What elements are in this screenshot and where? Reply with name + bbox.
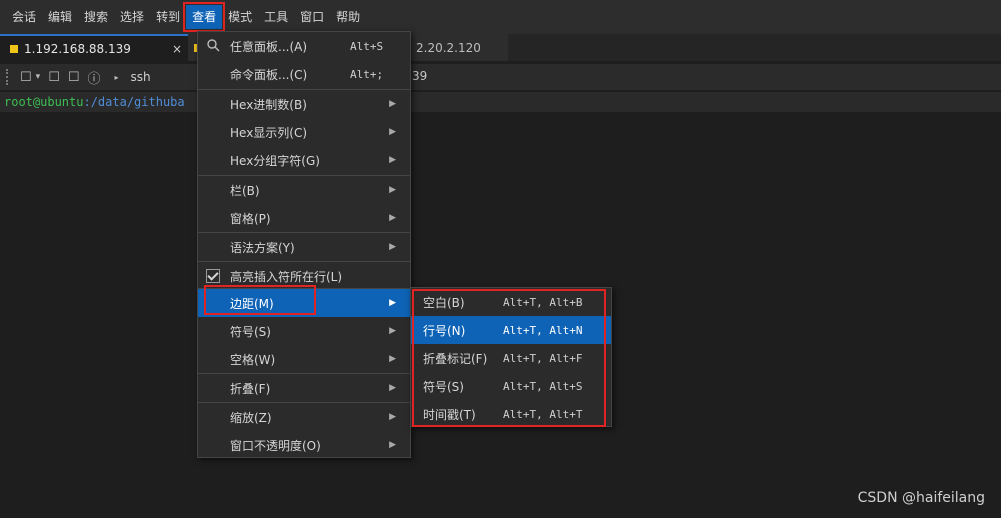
chevron-right-icon: ▶ [389,383,396,393]
protocol-label: ssh [130,70,151,84]
menu-item-label: 语法方案(Y) [230,240,295,255]
menu-item-shortcut: Alt+T, Alt+S [503,379,583,393]
checkbox-checked-icon[interactable] [206,269,220,283]
chevron-right-icon: ▶ [389,326,396,336]
chevron-right-icon: ▶ [389,185,396,195]
chevron-right-icon: ▶ [389,298,396,308]
menu-item-zoom[interactable]: 缩放(Z) ▶ [198,403,410,431]
menu-item-label: 时间戳(T) [423,407,476,422]
menu-item-label: 命令面板...(C) [230,67,308,82]
menu-edit[interactable]: 编辑 [42,5,78,29]
play-icon[interactable]: ▸ [115,73,119,82]
submenu-item-symbols[interactable]: 符号(S) Alt+T, Alt+S [411,372,611,400]
menu-tools[interactable]: 工具 [258,5,294,29]
menu-item-label: Hex分组字符(G) [230,153,320,168]
menu-item-any-panel[interactable]: 任意面板...(A) Alt+S [198,32,410,60]
menu-item-label: Hex显示列(C) [230,125,308,140]
menu-item-symbols[interactable]: 符号(S) ▶ [198,317,410,345]
view-menu-dropdown: 任意面板...(A) Alt+S 命令面板...(C) Alt+; Hex进制数… [197,31,411,458]
tab-bar: 1.192.168.88.139 × 2.20.2.120 [0,34,1001,61]
menu-item-margin[interactable]: 边距(M) ▶ [198,289,410,317]
menu-item-label: 栏(B) [230,183,260,198]
menu-item-command-panel[interactable]: 命令面板...(C) Alt+; [198,60,410,88]
prompt-path: :/data/githuba [83,95,185,109]
menu-item-label: 高亮插入符所在行(L) [230,269,343,284]
menu-item-label: 符号(S) [230,324,271,339]
chevron-right-icon: ▶ [389,99,396,109]
menu-session[interactable]: 会话 [6,5,42,29]
close-icon[interactable]: × [166,42,188,56]
menu-item-shortcut: Alt+S [350,39,384,53]
menu-item-fold[interactable]: 折叠(F) ▶ [198,374,410,402]
menu-item-label: 行号(N) [423,323,466,338]
chevron-right-icon: ▶ [389,242,396,252]
info-icon[interactable]: ⓘ [88,68,101,87]
watermark: CSDN @haifeilang [857,490,985,506]
menu-item-label: 空格(W) [230,352,276,367]
status-dot-icon [10,44,18,53]
submenu-item-blank[interactable]: 空白(B) Alt+T, Alt+B [411,288,611,316]
menu-item-label: 折叠(F) [230,381,271,396]
menu-item-highlight-caret-line[interactable]: 高亮插入符所在行(L) [198,262,410,290]
menu-item-label: 边距(M) [230,296,274,311]
menu-mode[interactable]: 模式 [222,5,258,29]
menu-item-hex-base[interactable]: Hex进制数(B) ▶ [198,90,410,118]
chevron-right-icon: ▶ [389,213,396,223]
menu-help[interactable]: 帮助 [330,5,366,29]
menu-item-label: 缩放(Z) [230,410,272,425]
menu-item-label: 窗口不透明度(O) [230,438,321,453]
menu-item-label: Hex进制数(B) [230,97,307,112]
toolbar: ☐ ▾ ☐ ☐ ⓘ ▸ ssh 39 [0,64,1001,90]
menu-bar: 会话 编辑 搜索 选择 转到 查看 模式 工具 窗口 帮助 [0,0,1001,34]
chevron-right-icon: ▶ [389,354,396,364]
menu-item-label: 符号(S) [423,379,464,394]
chevron-right-icon: ▶ [389,412,396,422]
menu-item-label: 任意面板...(A) [230,39,308,54]
menu-goto[interactable]: 转到 [150,5,186,29]
tab-title: 2.20.2.120 [416,40,481,55]
menu-item-shortcut: Alt+; [350,67,384,81]
chevron-down-icon[interactable]: ▾ [36,72,41,82]
menu-item-bars[interactable]: 栏(B) ▶ [198,176,410,204]
new-window-icon[interactable]: ☐ [48,70,60,85]
menu-item-hex-group[interactable]: Hex分组字符(G) ▶ [198,146,410,174]
chevron-right-icon: ▶ [389,440,396,450]
menu-item-shortcut: Alt+T, Alt+F [503,351,583,365]
menu-search[interactable]: 搜索 [78,5,114,29]
menu-item-label: 窗格(P) [230,211,271,226]
menu-item-panes[interactable]: 窗格(P) ▶ [198,204,410,232]
menu-view[interactable]: 查看 [183,2,226,32]
menu-item-shortcut: Alt+T, Alt+T [503,407,583,421]
grip-handle-icon[interactable] [6,69,12,85]
host-address-tail: 39 [412,69,428,83]
chevron-right-icon: ▶ [389,127,396,137]
menu-select[interactable]: 选择 [114,5,150,29]
menu-item-label: 空白(B) [423,295,465,310]
menu-item-label: 折叠标记(F) [423,351,488,366]
menu-item-hex-columns[interactable]: Hex显示列(C) ▶ [198,118,410,146]
submenu-item-line-numbers[interactable]: 行号(N) Alt+T, Alt+N [411,316,611,344]
submenu-item-fold-marks[interactable]: 折叠标记(F) Alt+T, Alt+F [411,344,611,372]
new-tab-icon[interactable]: ☐ [20,70,32,85]
terminal-current-line: root@ubuntu:/data/githuba [0,92,1001,112]
menu-item-shortcut: Alt+T, Alt+B [503,295,583,309]
search-icon [207,39,220,52]
margin-submenu: 空白(B) Alt+T, Alt+B 行号(N) Alt+T, Alt+N 折叠… [410,287,612,427]
chevron-right-icon: ▶ [389,155,396,165]
menu-item-whitespace[interactable]: 空格(W) ▶ [198,345,410,373]
duplicate-icon[interactable]: ☐ [68,70,80,85]
tab-title: 1.192.168.88.139 [24,41,131,56]
tab-session-1[interactable]: 1.192.168.88.139 × [0,34,188,61]
menu-item-shortcut: Alt+T, Alt+N [503,323,583,337]
submenu-item-timestamps[interactable]: 时间戳(T) Alt+T, Alt+T [411,400,611,428]
menu-item-window-opacity[interactable]: 窗口不透明度(O) ▶ [198,431,410,459]
menu-item-syntax-scheme[interactable]: 语法方案(Y) ▶ [198,233,410,261]
menu-window[interactable]: 窗口 [294,5,330,29]
prompt-user: root@ubuntu [4,95,84,109]
